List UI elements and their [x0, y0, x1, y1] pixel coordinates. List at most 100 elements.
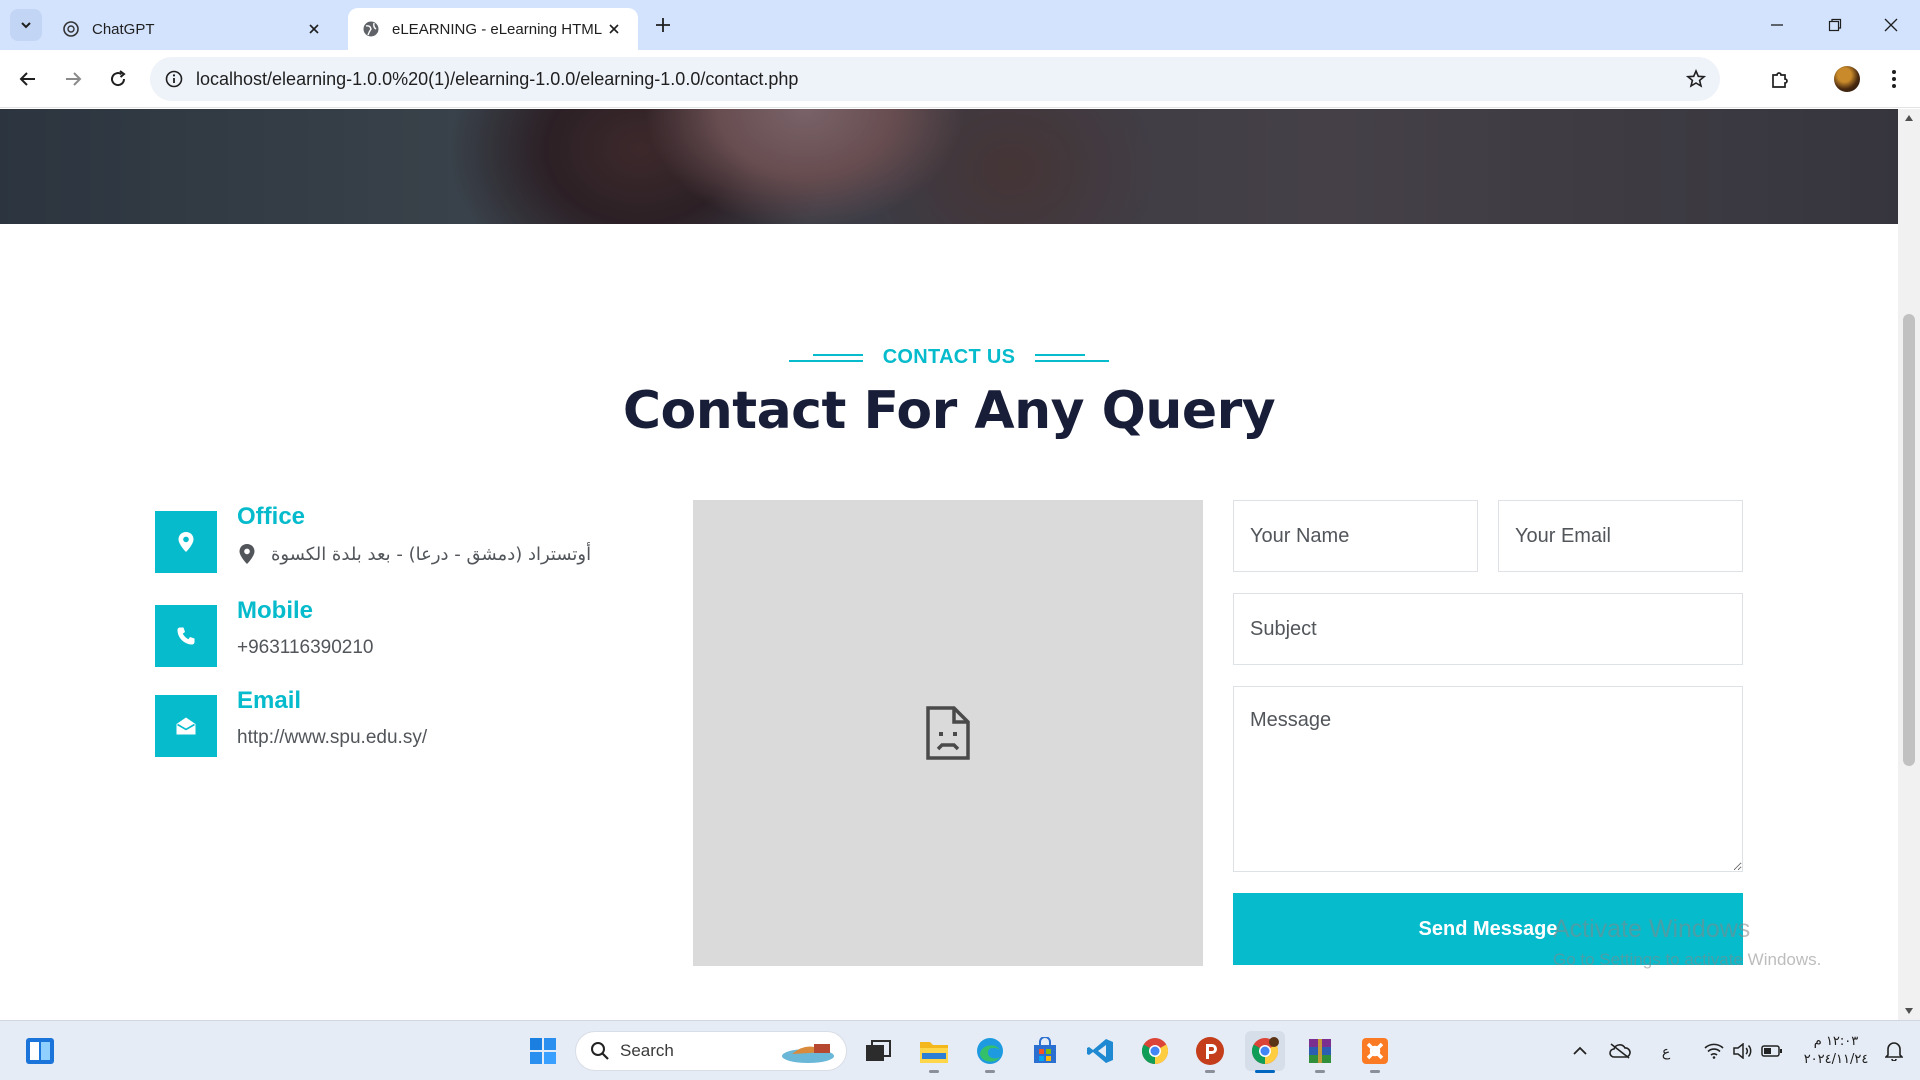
- bookmark-button[interactable]: [1684, 67, 1708, 91]
- battery-status[interactable]: [1760, 1039, 1784, 1063]
- clock-time: ١٢:٠٣ م: [1813, 1034, 1859, 1049]
- email-value[interactable]: http://www.spu.edu.sy/: [237, 727, 427, 749]
- tab-title: eLEARNING - eLearning HTML: [392, 20, 603, 38]
- task-view-icon: [866, 1040, 891, 1061]
- language-indicator[interactable]: ع: [1654, 1039, 1678, 1063]
- address-bar[interactable]: localhost/elearning-1.0.0%20(1)/elearnin…: [150, 57, 1720, 101]
- tab-close-button[interactable]: [604, 19, 624, 39]
- tab-close-button[interactable]: [304, 19, 324, 39]
- taskbar-winrar[interactable]: [1300, 1031, 1340, 1073]
- onedrive-status[interactable]: [1608, 1039, 1632, 1063]
- microsoft-store-icon: [1034, 1037, 1056, 1063]
- chrome-profile-icon: [1251, 1037, 1279, 1065]
- close-window-button[interactable]: [1862, 0, 1920, 50]
- minimize-button[interactable]: [1748, 0, 1806, 50]
- triangle-down-icon: [1905, 1008, 1913, 1014]
- powerpoint-icon: [1196, 1037, 1224, 1065]
- taskbar-edge[interactable]: [970, 1031, 1010, 1073]
- name-field[interactable]: [1233, 500, 1478, 572]
- email-field[interactable]: [1498, 500, 1743, 572]
- taskbar-chrome-profile[interactable]: [1245, 1031, 1285, 1073]
- mobile-value: +963116390210: [237, 637, 374, 658]
- reload-icon: [111, 70, 126, 87]
- url-text[interactable]: localhost/elearning-1.0.0%20(1)/elearnin…: [196, 69, 798, 90]
- minimize-icon: [1771, 24, 1783, 26]
- close-icon: [1884, 18, 1898, 32]
- start-button[interactable]: [523, 1031, 563, 1071]
- menu-button[interactable]: [1876, 61, 1912, 97]
- info-icon: [165, 70, 183, 88]
- hero-image: [0, 109, 1898, 224]
- more-vertical-icon: [1892, 70, 1896, 88]
- chevron-up-icon: [1573, 1046, 1587, 1055]
- speaker-icon: [1733, 1043, 1752, 1059]
- decorative-lines-right: [1035, 352, 1110, 364]
- office-address-text: أوتستراد (دمشق - درعا) - بعد بلدة الكسوة: [271, 543, 592, 565]
- close-icon: [309, 24, 319, 34]
- email-heading: Email: [237, 687, 302, 714]
- widgets-button[interactable]: [20, 1031, 60, 1071]
- chevron-down-icon: [21, 22, 31, 29]
- xampp-icon: [1362, 1038, 1388, 1064]
- map-embed[interactable]: [693, 500, 1203, 966]
- wifi-icon: [1704, 1043, 1724, 1059]
- bell-icon: [1885, 1042, 1903, 1061]
- extensions-button[interactable]: [1762, 61, 1798, 97]
- profile-avatar[interactable]: [1834, 66, 1860, 92]
- cloud-offline-icon: [1609, 1043, 1631, 1059]
- taskbar-search[interactable]: Search: [575, 1031, 847, 1071]
- wifi-status[interactable]: [1702, 1039, 1726, 1063]
- taskbar-file-explorer[interactable]: [914, 1031, 954, 1073]
- site-info-button[interactable]: [162, 67, 186, 91]
- taskbar-vscode[interactable]: [1080, 1031, 1120, 1071]
- section-tag-label: CONTACT US: [882, 346, 1016, 368]
- show-hidden-icons-button[interactable]: [1568, 1039, 1592, 1063]
- triangle-up-icon: [1905, 115, 1913, 121]
- map-marker-icon: [155, 511, 217, 573]
- taskbar-powerpoint[interactable]: [1190, 1031, 1230, 1073]
- arrow-right-icon: [66, 72, 82, 86]
- message-field[interactable]: [1233, 686, 1743, 872]
- send-message-button[interactable]: Send Message: [1233, 893, 1743, 965]
- star-icon: [1686, 69, 1706, 88]
- scrollbar-thumb[interactable]: [1903, 314, 1915, 766]
- page-title: Contact For Any Query: [622, 381, 1276, 441]
- taskbar-store[interactable]: [1025, 1031, 1065, 1071]
- winrar-icon: [1309, 1039, 1331, 1063]
- scroll-down-button[interactable]: [1898, 1002, 1920, 1020]
- taskbar-xampp[interactable]: [1355, 1031, 1395, 1073]
- office-heading: Office: [237, 503, 306, 530]
- arrow-left-icon: [19, 72, 35, 86]
- tab-chatgpt[interactable]: ChatGPT: [48, 8, 338, 50]
- task-view-button[interactable]: [858, 1031, 898, 1071]
- close-icon: [609, 24, 619, 34]
- browser-toolbar: localhost/elearning-1.0.0%20(1)/elearnin…: [0, 50, 1920, 108]
- taskbar-chrome[interactable]: [1135, 1031, 1175, 1071]
- back-button[interactable]: [10, 61, 46, 97]
- system-clock[interactable]: ١٢:٠٣ م ٢٠٢٤/١١/٢٤: [1790, 1033, 1882, 1069]
- tab-search-button[interactable]: [10, 9, 42, 41]
- plus-icon: [656, 18, 670, 32]
- search-icon: [591, 1042, 609, 1060]
- envelope-open-icon: [155, 695, 217, 757]
- mobile-heading: Mobile: [237, 597, 313, 624]
- vscode-icon: [1087, 1039, 1113, 1063]
- page-scrollbar[interactable]: [1898, 109, 1920, 1020]
- reload-button[interactable]: [100, 61, 136, 97]
- globe-icon: [363, 21, 379, 37]
- tab-elearning[interactable]: eLEARNING - eLearning HTML: [348, 8, 638, 50]
- subject-field[interactable]: [1233, 593, 1743, 665]
- broken-document-icon: [926, 706, 970, 760]
- notifications-button[interactable]: [1882, 1039, 1906, 1063]
- browser-tab-strip: ChatGPT eLEARNING - eLearning HTML: [0, 0, 1920, 50]
- page-viewport: CONTACT US Contact For Any Query Office …: [0, 109, 1898, 1020]
- windows-logo-icon: [530, 1038, 556, 1064]
- widgets-icon: [26, 1038, 54, 1064]
- forward-button[interactable]: [55, 61, 91, 97]
- volume-status[interactable]: [1731, 1039, 1755, 1063]
- restore-button[interactable]: [1806, 0, 1864, 50]
- new-tab-button[interactable]: [650, 12, 676, 38]
- scroll-up-button[interactable]: [1898, 109, 1920, 127]
- edge-icon: [977, 1038, 1003, 1064]
- file-explorer-icon: [920, 1042, 948, 1063]
